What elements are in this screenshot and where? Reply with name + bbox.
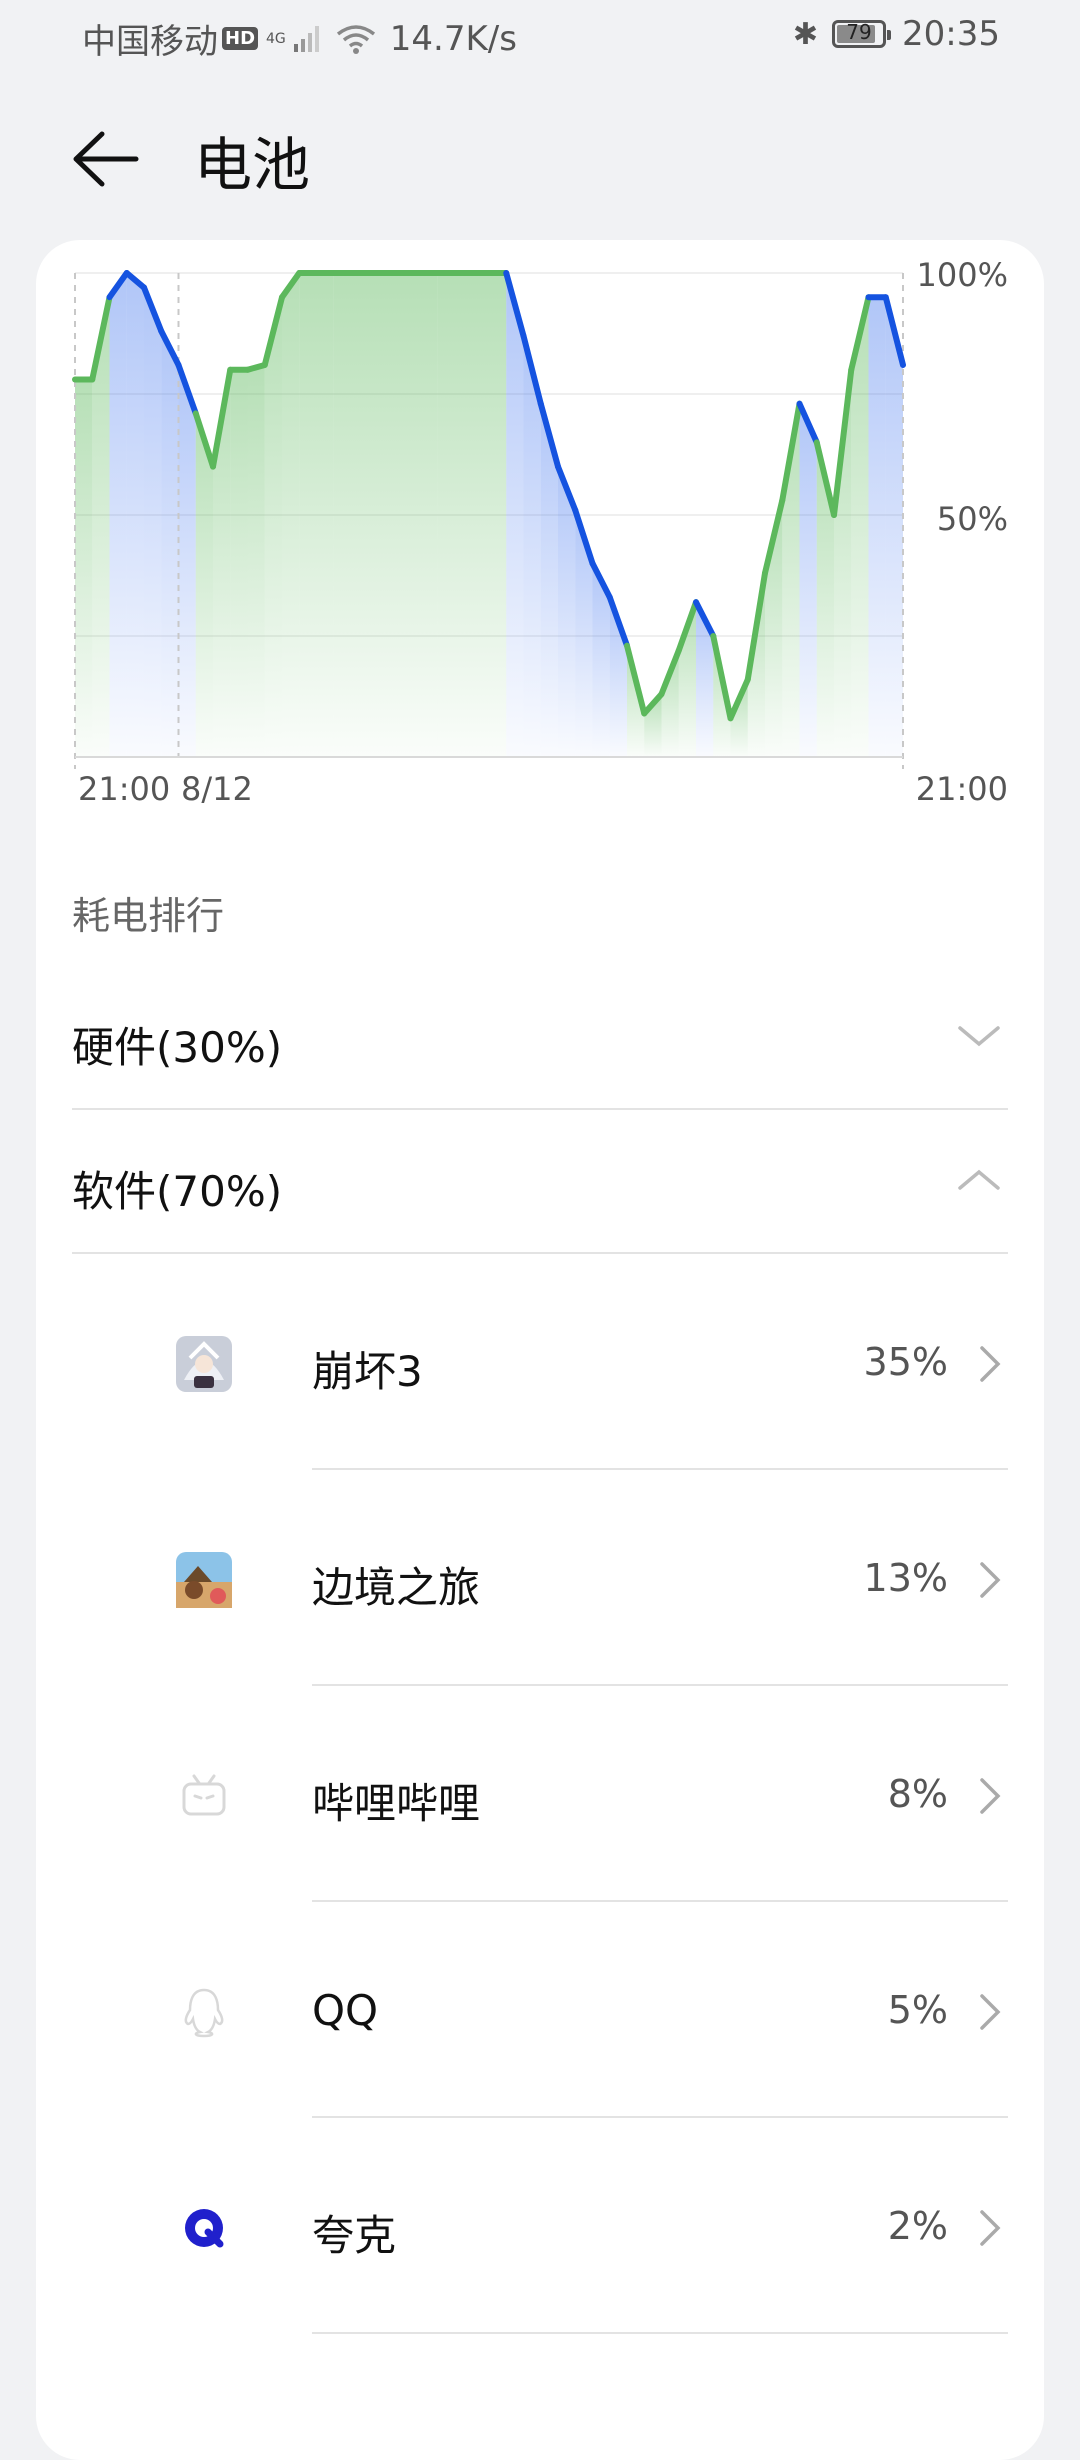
software-group[interactable]: 软件(70%) — [72, 1110, 1008, 1254]
chevron-down-icon — [958, 1026, 1000, 1047]
honkai-impact-icon — [176, 1336, 232, 1392]
hd-badge: HD — [222, 27, 259, 50]
app-row-bilibili[interactable]: 哔哩哔哩 8% — [72, 1688, 1008, 1904]
chart-area-segment — [230, 369, 248, 757]
network-type: 4G — [266, 30, 286, 47]
network-speed: 14.7K/s — [389, 18, 517, 59]
app-percent: 8% — [887, 1772, 948, 1816]
chevron-right-icon — [980, 1778, 1001, 1814]
chart-area-segment — [109, 273, 127, 757]
chevron-right-icon — [980, 1994, 1001, 2030]
y-tick-100: 100% — [916, 256, 1008, 294]
battery-level: 79 — [846, 20, 872, 44]
chevron-right-icon — [980, 2210, 1001, 2246]
battery-chart: 100% 50% 21:00 8/12 21:00 — [36, 240, 1044, 820]
x-tick-start: 21:00 — [78, 770, 171, 808]
chart-area-segment — [144, 287, 162, 757]
hardware-label: 硬件(30%) — [72, 1023, 283, 1072]
divider — [312, 2116, 1008, 2118]
chart-area-segment — [178, 364, 196, 757]
app-name: QQ — [312, 1986, 379, 2035]
chevron-right-icon — [980, 1346, 1001, 1382]
app-name: 崩坏3 — [312, 1347, 423, 1396]
carrier-label: 中国移动 — [82, 22, 218, 62]
chart-area-segment — [506, 273, 524, 757]
app-name: 哔哩哔哩 — [312, 1779, 481, 1828]
back-arrow-icon — [73, 131, 139, 187]
chart-area-segment — [282, 273, 300, 757]
hardware-group[interactable]: 硬件(30%) — [72, 966, 1008, 1110]
chart-area-segment — [385, 273, 438, 757]
app-name: 边境之旅 — [312, 1563, 481, 1612]
divider — [312, 1900, 1008, 1902]
battery-chart-svg — [72, 270, 906, 769]
divider — [312, 1468, 1008, 1470]
ranking-label: 耗电排行 — [72, 894, 225, 938]
battery-icon: 79 — [832, 20, 892, 48]
qq-penguin-icon — [184, 1988, 224, 2038]
app-row-qq[interactable]: QQ 5% — [72, 1904, 1008, 2120]
app-percent: 2% — [887, 2204, 948, 2248]
divider — [312, 2332, 1008, 2334]
app-name: 夸克 — [312, 2211, 397, 2260]
app-row-quark[interactable]: 夸克 2% — [72, 2120, 1008, 2336]
chart-area-segment — [161, 331, 179, 757]
signal-icon — [293, 25, 319, 52]
back-button[interactable] — [66, 124, 146, 194]
app-percent: 35% — [863, 1340, 948, 1384]
chart-area-segment — [799, 403, 817, 757]
wifi-icon — [336, 24, 375, 54]
app-percent: 5% — [887, 1988, 948, 2032]
chart-area-segment — [333, 273, 386, 757]
chart-area-segment — [489, 273, 507, 757]
clock: 20:35 — [902, 14, 1000, 54]
divider — [312, 1684, 1008, 1686]
app-row-honkai[interactable]: 崩坏3 35% — [72, 1256, 1008, 1472]
chart-area-segment — [868, 297, 886, 757]
chart-area-segment — [247, 364, 265, 757]
app-header: 电池 — [0, 100, 1080, 210]
page-title: 电池 — [194, 131, 311, 199]
software-label: 软件(70%) — [72, 1167, 283, 1216]
chart-area-segment — [299, 273, 334, 757]
chevron-right-icon — [980, 1562, 1001, 1598]
quark-icon — [185, 2209, 224, 2248]
status-right: ✱ 79 20:35 — [793, 14, 1000, 54]
bluetooth-icon: ✱ — [792, 16, 819, 52]
status-bar: 中国移动 HD 4G 14.7K/s ✱ 79 20:35 — [0, 0, 1080, 76]
app-row-frontier[interactable]: 边境之旅 13% — [72, 1472, 1008, 1688]
x-tick-date: 8/12 — [181, 770, 253, 808]
y-tick-50: 50% — [936, 500, 1008, 538]
chart-area-segment — [437, 273, 489, 757]
frontier-journey-icon — [176, 1552, 232, 1608]
chart-area-segment — [75, 379, 93, 757]
x-tick-end: 21:00 — [915, 770, 1008, 808]
chevron-up-icon — [958, 1169, 1000, 1190]
app-percent: 13% — [863, 1556, 948, 1600]
status-left: 中国移动 HD 4G 14.7K/s — [82, 14, 517, 63]
bilibili-icon — [182, 1774, 226, 1816]
chart-area-segment — [126, 273, 144, 757]
divider — [72, 1252, 1008, 1254]
